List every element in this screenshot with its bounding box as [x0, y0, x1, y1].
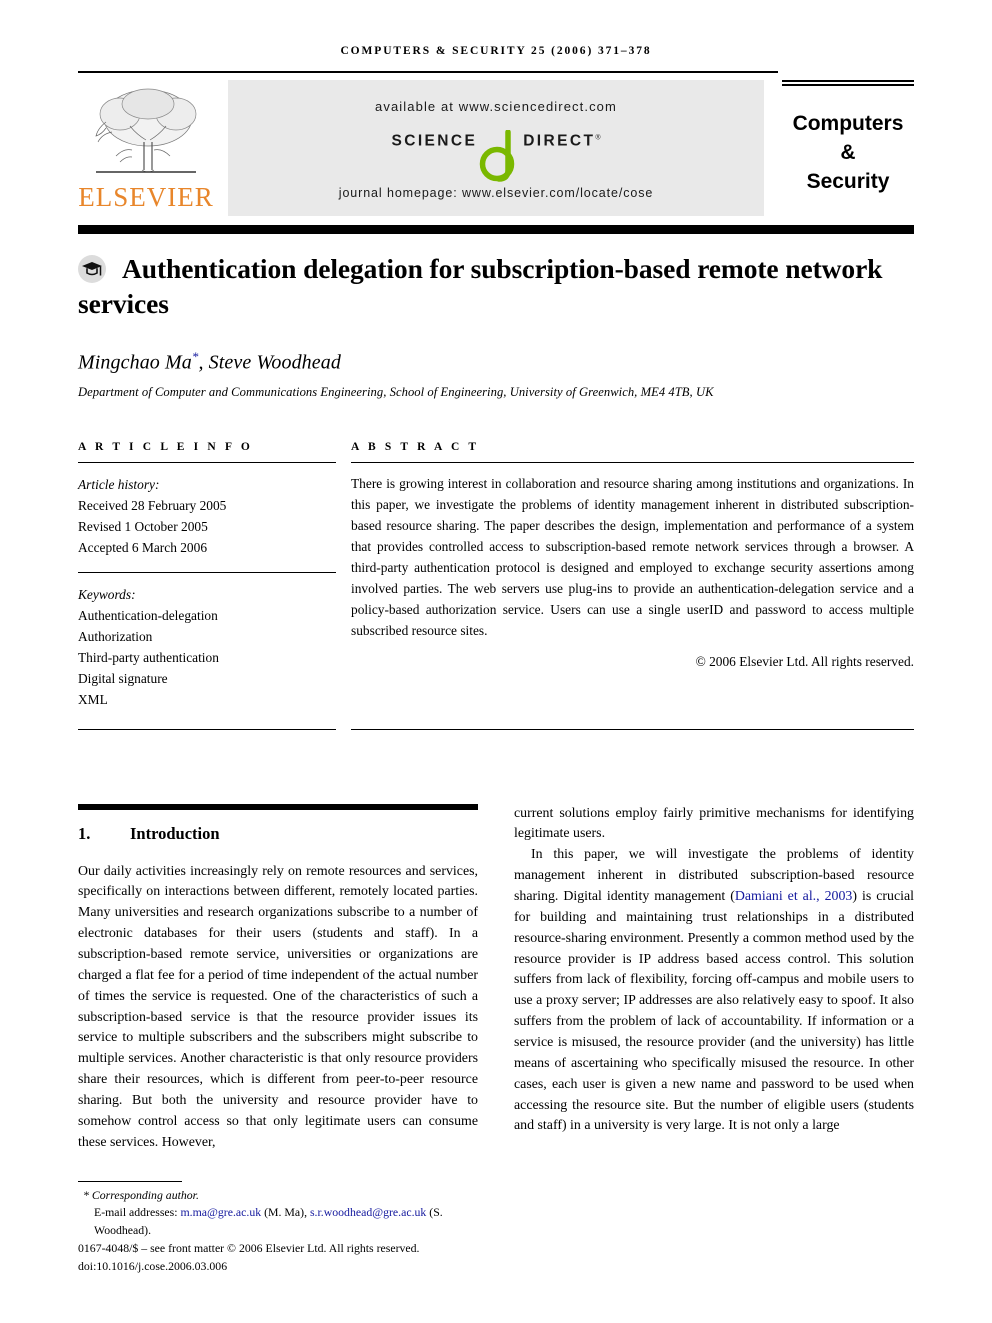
elsevier-tree-logo [95, 88, 197, 173]
abstract-heading: A B S T R A C T [351, 441, 480, 454]
abstract-copyright: © 2006 Elsevier Ltd. All rights reserved… [695, 653, 914, 669]
journal-title-line-3: Security [806, 169, 890, 193]
registered-mark-icon: ® [595, 134, 601, 142]
article-info-column: A R T I C L E I N F O Article history: R… [78, 441, 336, 710]
page-title: Authentication delegation for subscripti… [78, 251, 914, 321]
section-divider-bar [78, 803, 478, 810]
article-history-rule [78, 572, 336, 574]
author-1: Mingchao Ma [78, 352, 192, 375]
journal-homepage-text: journal homepage: www.elsevier.com/locat… [338, 186, 654, 200]
article-history-label: Article history: [78, 477, 160, 493]
abstract-bottom-rule [351, 728, 914, 730]
body-paragraph-with-citation: In this paper, we will investigate the p… [514, 845, 914, 1137]
keywords-block: Keywords: Authentication-delegation Auth… [78, 584, 336, 710]
journal-title: Computers & Security [782, 86, 914, 227]
keyword-item: XML [78, 692, 108, 708]
elsevier-wordmark: ELSEVIER [78, 182, 214, 212]
title-block: Authentication delegation for subscripti… [78, 251, 914, 400]
history-accepted: Accepted 6 March 2006 [78, 540, 208, 556]
sciencedirect-logo-direct: DIRECT [523, 132, 596, 150]
doi-line: doi:10.1016/j.cose.2006.03.006 [78, 1258, 228, 1273]
keyword-item: Digital signature [78, 671, 168, 687]
body-column-right: current solutions employ fairly primitiv… [514, 804, 914, 1154]
article-history-block: Article history: Received 28 February 20… [78, 474, 336, 558]
info-abstract-region: A R T I C L E I N F O Article history: R… [78, 441, 914, 710]
citation-link[interactable]: Damiani et al., 2003 [735, 889, 853, 904]
footnote-rule [78, 1180, 182, 1182]
journal-title-line-2: & [840, 140, 856, 164]
issn-front-matter-line: 0167-4048/$ – see front matter © 2006 El… [78, 1241, 420, 1256]
page-footer: * Corresponding author. E-mail addresses… [78, 1180, 478, 1275]
corresponding-author-note: * Corresponding author. [83, 1187, 199, 1202]
email-label: E-mail addresses: [94, 1205, 178, 1220]
email-owner-1: (M. Ma), [264, 1205, 308, 1220]
abstract-bottom-rules [78, 728, 914, 730]
abstract-text: There is growing interest in collaborati… [351, 476, 914, 638]
graduation-cap-icon [78, 255, 106, 283]
keywords-label: Keywords: [78, 587, 136, 603]
sciencedirect-logo-science: SCIENCE [391, 132, 478, 150]
abstract-column: A B S T R A C T There is growing interes… [351, 441, 914, 710]
author-list: Mingchao Ma*, Steve Woodhead [78, 349, 914, 375]
masthead-top-rule [78, 71, 778, 73]
elsevier-logo: ELSEVIER [78, 80, 214, 211]
masthead: ELSEVIER available at www.sciencedirect.… [78, 71, 914, 233]
affiliation: Department of Computer and Communication… [78, 385, 714, 400]
body-paragraph: current solutions employ fairly primitiv… [514, 805, 914, 842]
article-info-rule [78, 462, 336, 464]
author-2: , Steve Woodhead [198, 352, 341, 375]
sciencedirect-banner: available at www.sciencedirect.com SCIEN… [228, 80, 764, 216]
body-paragraph: Our daily activities increasingly rely o… [78, 863, 478, 1150]
abstract-rule [351, 462, 914, 464]
sciencedirect-logo: SCIENCE DIRECT® [228, 129, 764, 182]
email-link-1[interactable]: m.ma@gre.ac.uk [181, 1205, 262, 1219]
email-addresses-line: E-mail addresses: m.ma@gre.ac.uk (M. Ma)… [78, 1204, 478, 1239]
paragraph-text-after-citation: ) is crucial for building and maintainin… [514, 888, 914, 1134]
section-heading: 1. Introduction [78, 824, 478, 844]
journal-title-line-1: Computers [792, 112, 904, 135]
keyword-item: Third-party authentication [78, 650, 219, 666]
history-revised: Revised 1 October 2005 [78, 519, 208, 535]
sciencedirect-d-glyph [478, 129, 522, 182]
body-columns: 1. Introduction Our daily activities inc… [78, 803, 914, 1154]
available-at-text: available at www.sciencedirect.com [375, 99, 617, 114]
section-title-text: Introduction [130, 823, 220, 843]
keyword-item: Authorization [78, 629, 153, 645]
history-received: Received 28 February 2005 [78, 498, 227, 514]
keyword-item: Authentication-delegation [78, 608, 218, 624]
section-number: 1. [78, 823, 91, 843]
journal-box-bottom-rule [782, 226, 914, 233]
email-link-2[interactable]: s.r.woodhead@gre.ac.uk [310, 1205, 426, 1219]
running-head: COMPUTERS & SECURITY 25 (2006) 371–378 [340, 45, 652, 57]
journal-title-box: Computers & Security [782, 80, 914, 233]
article-info-heading: A R T I C L E I N F O [78, 441, 253, 454]
journal-article-page: COMPUTERS & SECURITY 25 (2006) 371–378 E… [0, 0, 992, 1323]
body-column-left: 1. Introduction Our daily activities inc… [78, 803, 478, 1154]
info-bottom-rule [78, 728, 336, 730]
article-title-text: Authentication delegation for subscripti… [78, 253, 883, 320]
